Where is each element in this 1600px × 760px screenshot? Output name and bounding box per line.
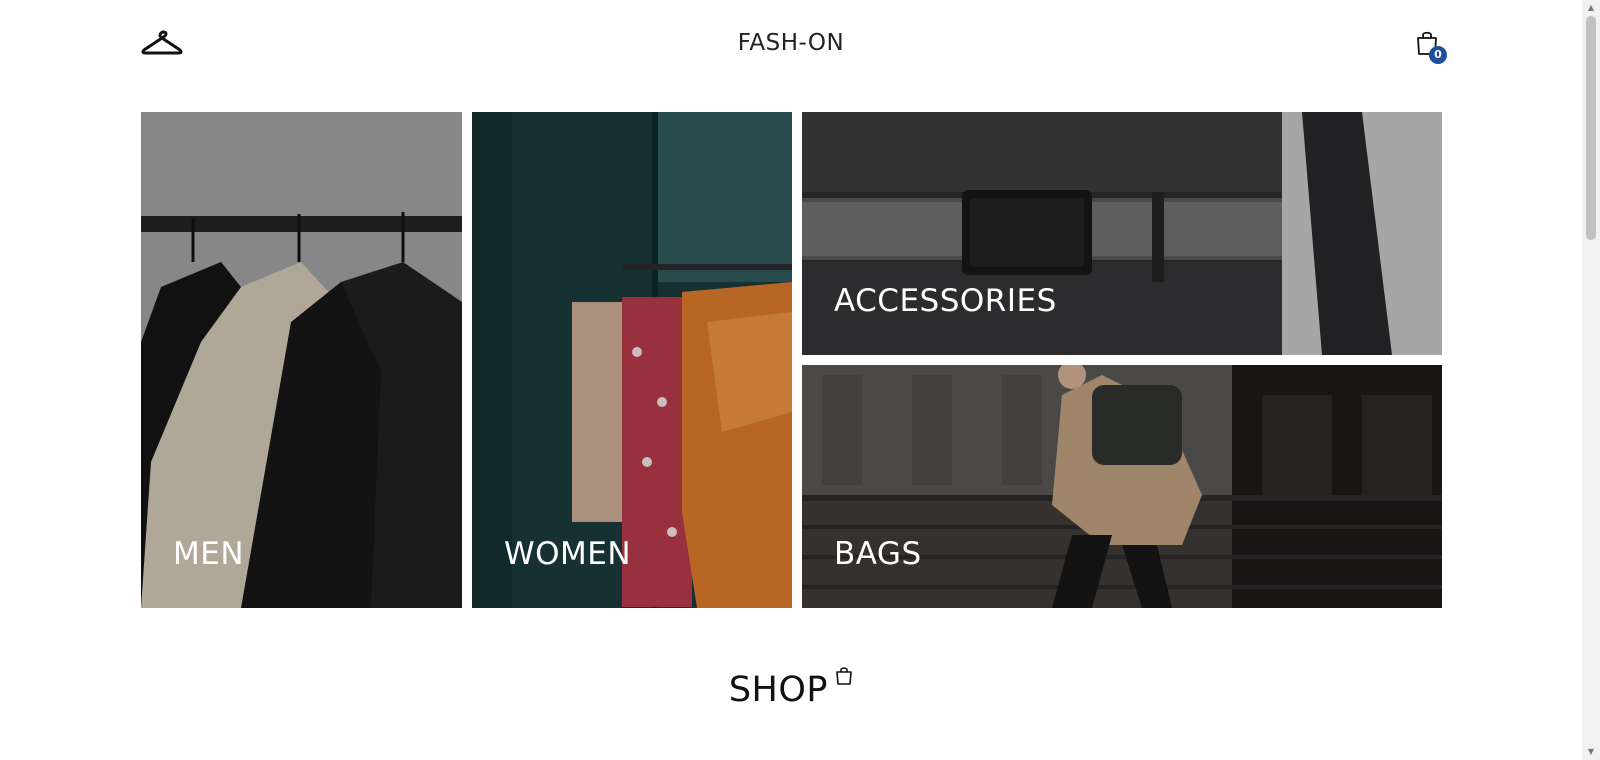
- scroll-up-arrow-icon[interactable]: ▲: [1582, 0, 1600, 16]
- shopping-bag-icon: [835, 666, 853, 686]
- shop-section-heading: SHOP: [0, 667, 1582, 710]
- women-clothing-rack-image: [472, 112, 792, 608]
- category-label-women: WOMEN: [504, 536, 632, 572]
- vertical-scrollbar[interactable]: ▲ ▼: [1582, 0, 1600, 760]
- category-tile-men[interactable]: MEN: [141, 112, 462, 608]
- category-tile-women[interactable]: WOMEN: [472, 112, 792, 608]
- scrollbar-thumb[interactable]: [1586, 16, 1596, 240]
- category-tile-accessories[interactable]: ACCESSORIES: [802, 112, 1442, 355]
- category-label-accessories: ACCESSORIES: [834, 283, 1057, 319]
- cart-button[interactable]: 0: [1415, 30, 1449, 64]
- cart-count-badge: 0: [1429, 46, 1447, 64]
- category-label-men: MEN: [173, 536, 245, 572]
- shop-title: SHOP: [728, 670, 829, 710]
- brand-title[interactable]: FASH-ON: [0, 30, 1582, 56]
- men-shirts-image: [141, 112, 462, 608]
- category-label-bags: BAGS: [834, 536, 922, 572]
- category-tile-bags[interactable]: BAGS: [802, 365, 1442, 608]
- scroll-down-arrow-icon[interactable]: ▼: [1582, 744, 1600, 760]
